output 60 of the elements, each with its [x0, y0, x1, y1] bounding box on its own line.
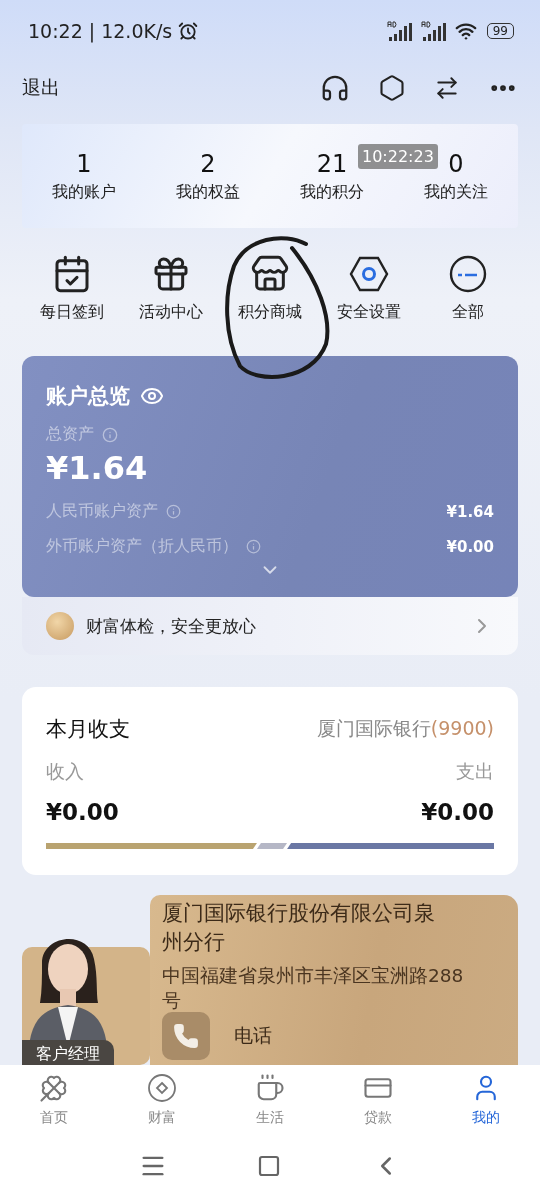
shortcut-button[interactable]: 活动中心	[121, 254, 221, 334]
shortcut-button[interactable]: 每日签到	[22, 254, 122, 334]
signal-icon	[386, 20, 415, 42]
stat-label[interactable]: 我的关注	[424, 181, 488, 203]
asset-label: 外币账户资产（折人民币）	[46, 536, 238, 557]
battery-level: 99	[486, 23, 514, 39]
shortcut-button[interactable]: 安全设置	[319, 254, 419, 334]
income-label: 收入	[46, 759, 84, 784]
switch-icon[interactable]	[434, 75, 460, 101]
phone-link[interactable]: 电话	[234, 1022, 272, 1049]
wealth-check-banner[interactable]: 财富体检，安全更放心	[22, 597, 518, 655]
clover-icon	[39, 1073, 69, 1103]
nav-tab[interactable]: 生活	[216, 1065, 324, 1137]
expense-value: ¥0.00	[421, 799, 494, 825]
stat-label[interactable]: 我的账户	[52, 181, 116, 203]
settings-icon[interactable]	[378, 74, 406, 102]
nav-tab[interactable]: 财富	[108, 1065, 216, 1137]
stat-value[interactable]: 0	[448, 149, 464, 178]
status-time: 10:22	[28, 20, 83, 42]
total-assets-label: 总资产	[46, 424, 94, 445]
branch-name: 厦门国际银行股份有限公司泉州分行	[162, 900, 436, 957]
stat-value[interactable]: 21	[316, 149, 348, 178]
timestamp-overlay: 10:22:23	[358, 144, 438, 169]
asset-value: ¥0.00	[446, 537, 494, 556]
phone-button[interactable]	[162, 1011, 210, 1060]
stat-label[interactable]: 我的权益	[176, 181, 240, 203]
cup-icon	[255, 1073, 285, 1103]
store-icon	[250, 254, 290, 294]
more-circle-icon	[448, 254, 489, 294]
shortcut-button[interactable]: 全部	[418, 254, 518, 334]
wealth-check-text: 财富体检，安全更放心	[86, 614, 256, 638]
signal-icon	[420, 20, 449, 42]
coin-icon	[147, 1073, 177, 1103]
stat-value[interactable]: 2	[200, 149, 216, 178]
nav-tab[interactable]: 我的	[432, 1065, 540, 1137]
bank-account[interactable]: 厦门国际银行(9900)	[316, 716, 494, 742]
total-assets-value: ¥1.64	[46, 449, 149, 487]
network-speed: 12.0K/s	[101, 20, 173, 42]
expense-label: 支出	[456, 759, 494, 784]
stat-label[interactable]: 我的积分	[300, 181, 364, 203]
income-value: ¥0.00	[46, 799, 119, 825]
home-icon[interactable]	[257, 1153, 281, 1178]
headset-icon[interactable]	[320, 73, 350, 103]
branch-address: 中国福建省泉州市丰泽区宝洲路288号	[162, 963, 465, 1013]
hexagon-icon	[349, 254, 390, 294]
nav-tab[interactable]: 首页	[0, 1065, 108, 1137]
asset-label: 人民币账户资产	[46, 501, 158, 522]
shortcut-button[interactable]: 积分商城	[220, 254, 320, 334]
alarm-icon	[178, 21, 199, 41]
exit-link[interactable]: 退出	[22, 75, 60, 101]
phone-icon	[173, 1022, 199, 1049]
coin-icon	[46, 612, 74, 640]
overview-title: 账户总览	[46, 383, 130, 410]
wifi-icon	[454, 20, 477, 42]
asset-value: ¥1.64	[446, 502, 494, 521]
nav-tab[interactable]: 贷款	[324, 1065, 432, 1137]
monthly-title: 本月收支	[46, 716, 130, 743]
stat-value[interactable]: 1	[76, 149, 92, 178]
status-divider: |	[88, 20, 96, 42]
manager-badge: 客户经理	[22, 1040, 114, 1065]
